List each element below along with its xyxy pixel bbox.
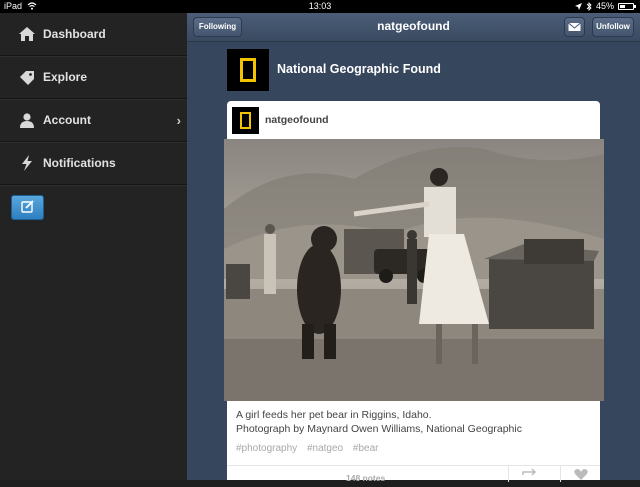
- battery-level: [620, 5, 625, 8]
- sidebar-item-label: Explore: [43, 70, 88, 84]
- blog-avatar[interactable]: [227, 49, 269, 91]
- sidebar-item-account[interactable]: Account ›: [0, 99, 187, 142]
- post-footer: 148 notes: [227, 465, 600, 483]
- caption-line: Photograph by Maynard Owen Williams, Nat…: [236, 423, 522, 435]
- tag-icon: [20, 71, 34, 85]
- main-panel: Following natgeofound Unfollow National …: [187, 13, 640, 483]
- lightning-icon: [22, 155, 32, 171]
- home-icon: [19, 27, 35, 41]
- bluetooth-icon: [586, 2, 592, 11]
- natgeo-logo-icon: [240, 58, 256, 82]
- natgeo-logo-icon: [240, 112, 251, 129]
- caption-line: A girl feeds her pet bear in Riggins, Id…: [236, 409, 432, 421]
- status-right: 45%: [574, 0, 636, 13]
- post-username[interactable]: natgeofound: [265, 114, 329, 126]
- sidebar-item-label: Dashboard: [43, 27, 106, 41]
- sidebar-item-label: Account: [43, 113, 91, 127]
- post-caption: A girl feeds her pet bear in Riggins, Id…: [236, 408, 591, 436]
- sidebar-item-notifications[interactable]: Notifications: [0, 142, 187, 185]
- post-header: natgeofound: [227, 101, 600, 139]
- tag-link[interactable]: #natgeo: [307, 443, 343, 454]
- post-avatar[interactable]: [232, 107, 259, 134]
- mail-icon: [568, 22, 581, 31]
- compose-button[interactable]: [11, 195, 44, 220]
- post-card: natgeofound A girl feeds her pet bear in…: [224, 101, 604, 483]
- nav-bar: Following natgeofound Unfollow: [187, 13, 640, 42]
- chevron-right-icon: ›: [176, 112, 181, 128]
- notes-count[interactable]: 148 notes: [346, 473, 385, 483]
- compose-icon: [21, 200, 34, 213]
- tag-link[interactable]: #bear: [353, 443, 379, 454]
- battery-icon: [618, 3, 636, 10]
- blog-title[interactable]: National Geographic Found: [277, 62, 441, 76]
- tag-link[interactable]: #photography: [236, 443, 297, 454]
- bear-photo-image: [224, 147, 604, 401]
- battery-percent: 45%: [595, 1, 614, 11]
- sidebar-item-dashboard[interactable]: Dashboard: [0, 13, 187, 56]
- post-photo[interactable]: [224, 139, 604, 401]
- sidebar: Dashboard Explore Account › Notification…: [0, 13, 187, 480]
- location-arrow-icon: [574, 3, 582, 10]
- sidebar-item-explore[interactable]: Explore: [0, 56, 187, 99]
- message-button[interactable]: [564, 17, 585, 37]
- person-icon: [20, 113, 34, 128]
- post-tags: #photography #natgeo #bear: [236, 443, 385, 454]
- clock: 13:03: [308, 1, 332, 11]
- unfollow-button[interactable]: Unfollow: [592, 17, 634, 37]
- sidebar-item-label: Notifications: [43, 156, 116, 170]
- status-bar: iPad 13:03 45%: [0, 0, 640, 13]
